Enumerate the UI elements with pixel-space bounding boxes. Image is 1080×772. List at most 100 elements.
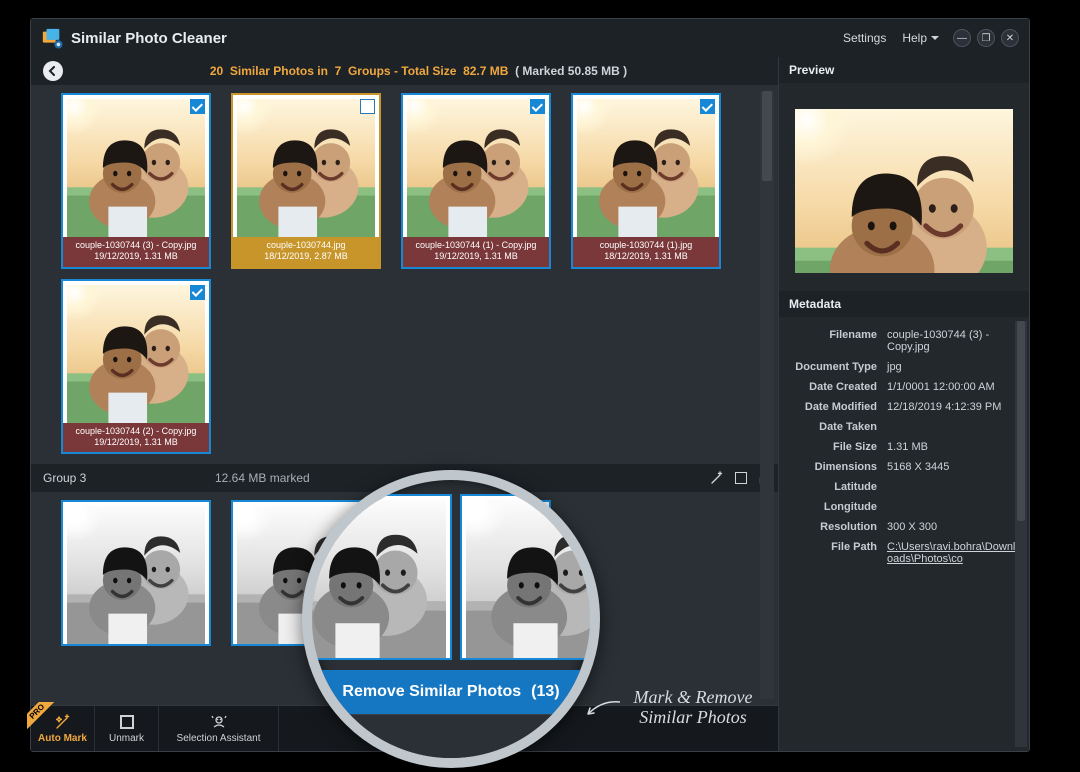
meta-value: 12/18/2019 4:12:39 PM: [887, 401, 1019, 413]
select-all-checkbox[interactable]: [734, 471, 748, 485]
thumb-original[interactable]: couple-1030744.jpg 18/12/2019, 2.87 MB: [231, 93, 381, 269]
summary-s1: Similar Photos in: [230, 64, 328, 78]
thumb-checkbox[interactable]: [530, 99, 545, 114]
thumb-checkbox[interactable]: [190, 285, 205, 300]
meta-key: Resolution: [785, 521, 877, 533]
summary-count: 20: [210, 64, 223, 78]
scrollbar-handle[interactable]: [1017, 321, 1025, 521]
summary-marked: ( Marked 50.85 MB ): [515, 64, 627, 78]
thumb-checkbox[interactable]: [700, 99, 715, 114]
meta-value-link[interactable]: C:\Users\ravi.bohra\Downloads\Photos\co: [887, 541, 1019, 565]
selection-assistant-button[interactable]: Selection Assistant: [159, 706, 279, 751]
magnified-thumbs: [302, 494, 600, 660]
scrollbar-handle[interactable]: [762, 91, 772, 181]
thumb-meta: 19/12/2019, 1.31 MB: [65, 437, 207, 448]
thumb[interactable]: couple-1030744 (1) - Copy.jpg 19/12/2019…: [401, 93, 551, 269]
summary-s2: Groups - Total Size: [348, 64, 456, 78]
thumb-image: [577, 99, 715, 237]
remove-label: Remove Similar Photos: [342, 683, 521, 701]
assistant-label: Selection Assistant: [177, 733, 261, 744]
meta-key: File Path: [785, 541, 877, 565]
meta-key: Dimensions: [785, 461, 877, 473]
remove-similar-button[interactable]: Remove Similar Photos (13): [312, 670, 590, 714]
thumb-filename: couple-1030744 (3) - Copy.jpg: [65, 240, 207, 251]
preview-image: [795, 109, 1013, 273]
thumb-image: [466, 500, 600, 658]
thumb-image: [67, 285, 205, 423]
thumb-caption: couple-1030744 (1) - Copy.jpg 19/12/2019…: [403, 237, 549, 267]
scrollbar[interactable]: [1015, 321, 1027, 747]
scrollbar[interactable]: [760, 91, 774, 699]
thumb-caption: couple-1030744.jpg 18/12/2019, 2.87 MB: [233, 237, 379, 267]
thumb-image: [302, 500, 446, 658]
thumb-checkbox[interactable]: [190, 99, 205, 114]
preview-title: Preview: [779, 57, 1029, 83]
maximize-button[interactable]: ❐: [977, 29, 995, 47]
summary-bar: 20 Similar Photos in 7 Groups - Total Si…: [31, 57, 778, 85]
thumb-row: couple-1030744 (3) - Copy.jpg 19/12/2019…: [61, 93, 754, 269]
metadata-title: Metadata: [779, 291, 1029, 317]
group-name: Group 3: [43, 471, 203, 485]
meta-key: Longitude: [785, 501, 877, 513]
thumb[interactable]: couple-1030744 (1).jpg 18/12/2019, 1.31 …: [571, 93, 721, 269]
magnifier-overlay: Remove Similar Photos (13): [302, 470, 600, 768]
meta-value: 5168 X 3445: [887, 461, 1019, 473]
square-icon: [119, 714, 135, 730]
meta-key: Filename: [785, 329, 877, 353]
auto-mark-label: Auto Mark: [38, 733, 87, 744]
thumb[interactable]: [61, 500, 211, 646]
meta-key: Date Taken: [785, 421, 877, 433]
meta-key: Document Type: [785, 361, 877, 373]
remove-count: (13): [531, 683, 559, 701]
summary-groups: 7: [335, 64, 342, 78]
thumb[interactable]: couple-1030744 (2) - Copy.jpg 19/12/2019…: [61, 279, 211, 455]
thumb[interactable]: [460, 494, 600, 660]
thumb-checkbox[interactable]: [360, 99, 375, 114]
meta-value: 1.31 MB: [887, 441, 1019, 453]
summary-size: 82.7 MB: [463, 64, 508, 78]
thumb-caption: couple-1030744 (1).jpg 18/12/2019, 1.31 …: [573, 237, 719, 267]
summary-text: 20 Similar Photos in 7 Groups - Total Si…: [71, 64, 766, 78]
thumb-image: [67, 506, 205, 644]
help-menu[interactable]: Help: [894, 27, 947, 49]
annotation-text: Mark & Remove Similar Photos: [608, 688, 778, 728]
app-title: Similar Photo Cleaner: [71, 30, 227, 47]
thumb-meta: 19/12/2019, 1.31 MB: [405, 251, 547, 262]
metadata-table: Filename couple-1030744 (3) - Copy.jpg Do…: [779, 317, 1029, 751]
magnified-bottom-bar: [312, 714, 590, 758]
thumb[interactable]: couple-1030744 (3) - Copy.jpg 19/12/2019…: [61, 93, 211, 269]
unmark-label: Unmark: [109, 733, 144, 744]
minimize-button[interactable]: —: [953, 29, 971, 47]
meta-value: 300 X 300: [887, 521, 1019, 533]
meta-key: Date Modified: [785, 401, 877, 413]
thumb-filename: couple-1030744 (1) - Copy.jpg: [405, 240, 547, 251]
thumb-meta: 19/12/2019, 1.31 MB: [65, 251, 207, 262]
thumb-row: couple-1030744 (2) - Copy.jpg 19/12/2019…: [61, 279, 754, 455]
unmark-button[interactable]: Unmark: [95, 706, 159, 751]
settings-link[interactable]: Settings: [835, 27, 894, 49]
meta-value: couple-1030744 (3) - Copy.jpg: [887, 329, 1019, 353]
thumb[interactable]: [302, 494, 452, 660]
meta-key: Date Created: [785, 381, 877, 393]
thumb-filename: couple-1030744 (1).jpg: [575, 240, 717, 251]
thumb-meta: 18/12/2019, 1.31 MB: [575, 251, 717, 262]
magic-wand-icon[interactable]: [710, 471, 724, 485]
meta-value: [887, 501, 1019, 513]
titlebar: Similar Photo Cleaner Settings Help — ❐ …: [31, 19, 1029, 57]
preview-box: [779, 83, 1029, 291]
back-button[interactable]: [43, 61, 63, 81]
thumb-meta: 18/12/2019, 2.87 MB: [235, 251, 377, 262]
close-button[interactable]: ✕: [1001, 29, 1019, 47]
meta-value: jpg: [887, 361, 1019, 373]
assistant-icon: [211, 714, 227, 730]
side-panel: Preview Metadata Filename couple-1030744 …: [779, 57, 1029, 751]
meta-key: File Size: [785, 441, 877, 453]
meta-key: Latitude: [785, 481, 877, 493]
meta-value: 1/1/0001 12:00:00 AM: [887, 381, 1019, 393]
thumb-filename: couple-1030744.jpg: [235, 240, 377, 251]
thumb-caption: couple-1030744 (3) - Copy.jpg 19/12/2019…: [63, 237, 209, 267]
app-logo-icon: [41, 27, 63, 49]
pro-badge-icon: [27, 702, 57, 732]
auto-mark-button[interactable]: Auto Mark: [31, 706, 95, 751]
meta-value: [887, 481, 1019, 493]
